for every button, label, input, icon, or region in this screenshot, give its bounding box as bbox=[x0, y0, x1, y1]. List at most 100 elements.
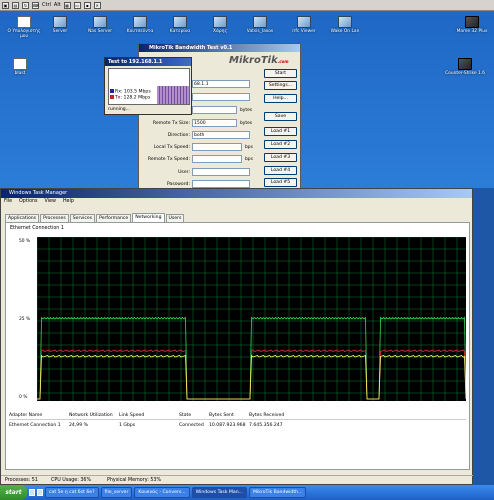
alt-key-button[interactable]: Alt bbox=[54, 2, 61, 8]
table-cell: Ethernet Connection 1 bbox=[9, 423, 61, 428]
tab-applications[interactable]: Applications bbox=[5, 214, 40, 222]
computer-icon bbox=[17, 16, 31, 28]
desktop-icon[interactable]: Κατερίνα bbox=[160, 16, 200, 34]
connection-title: Ethernet Connection 1 bbox=[10, 226, 64, 231]
mikrotik-logo: MikroTik.com bbox=[229, 55, 289, 66]
remote-tx-field[interactable] bbox=[192, 155, 242, 163]
taskbar-item[interactable]: MikroTik Bandwidth... bbox=[249, 487, 307, 498]
computer-icon bbox=[213, 16, 227, 28]
test-window[interactable]: Test to 192.168.1.1 Rx: 103.5 Mbps Tx: 1… bbox=[104, 57, 192, 115]
status-bar: Processes: 51 CPU Usage: 36% Physical Me… bbox=[1, 475, 474, 485]
desktop-icon-label: blast bbox=[14, 71, 26, 76]
local-tx-unit: bps bbox=[245, 145, 253, 150]
desktop-icon-label: Χάρης bbox=[212, 29, 228, 34]
column-header[interactable]: Adapter Name bbox=[9, 413, 42, 418]
local-tx-label: Local Tx Speed: bbox=[153, 145, 190, 150]
tab-networking[interactable]: Networking bbox=[132, 213, 165, 222]
direction-select[interactable]: both bbox=[192, 131, 250, 139]
local-size-field[interactable] bbox=[192, 106, 237, 114]
tab-processes[interactable]: Processes bbox=[40, 214, 69, 222]
rx-legend: Rx: 103.5 Mbps bbox=[110, 89, 151, 95]
taskbar-item[interactable]: cat 5e η cat 6st 6e? bbox=[45, 487, 99, 498]
address-field[interactable]: 68.1.1 bbox=[192, 80, 250, 88]
desktop-icon[interactable]: Irfc Viewer bbox=[284, 16, 324, 34]
start-button[interactable]: start bbox=[0, 485, 27, 500]
desktop-icon[interactable]: Nas Server bbox=[80, 16, 120, 34]
processes-status: Processes: 51 bbox=[5, 478, 38, 483]
menu-help[interactable]: Help bbox=[63, 198, 74, 206]
desktop-icon[interactable]: Server bbox=[40, 16, 80, 34]
computer-icon bbox=[173, 16, 187, 28]
settings-button[interactable]: Settings... bbox=[264, 81, 297, 90]
computer-icon bbox=[13, 58, 27, 70]
test-status: running... bbox=[108, 107, 131, 112]
local-tx-field[interactable] bbox=[192, 143, 242, 151]
column-header[interactable]: State bbox=[179, 413, 191, 418]
task-manager-menu: File Options View Help bbox=[1, 198, 472, 206]
tx-size-field[interactable]: 1500 bbox=[192, 119, 237, 127]
load-4-button[interactable]: Load #4 bbox=[264, 166, 297, 175]
column-header[interactable]: Network Utilization bbox=[69, 413, 113, 418]
table-row[interactable]: Ethernet Connection 1 24,99 % 1 Gbps Connec… bbox=[9, 421, 466, 430]
computer-icon bbox=[93, 16, 107, 28]
desktop-icon-label: Wake On Lan bbox=[330, 29, 360, 34]
desktop-icon[interactable]: Χάρης bbox=[200, 16, 240, 34]
menu-view[interactable]: View bbox=[45, 198, 56, 206]
desktop-icon[interactable]: Ο Υπολογιστής μου bbox=[4, 16, 44, 39]
password-field[interactable] bbox=[192, 180, 250, 188]
load-1-button[interactable]: Load #1 bbox=[264, 127, 297, 136]
table-cell: 1 Gbps bbox=[119, 423, 136, 428]
cpu-status: CPU Usage: 36% bbox=[51, 478, 92, 483]
desktop-icon[interactable]: blast bbox=[0, 58, 40, 76]
remote-tx-label: Remote Tx Speed: bbox=[147, 157, 190, 162]
desktop-icon[interactable]: Vatsis_laxos bbox=[240, 16, 280, 34]
save-button[interactable]: Save bbox=[264, 112, 297, 121]
folder-icon[interactable]: ▤ bbox=[12, 1, 19, 9]
refresh-icon[interactable]: ↻ bbox=[22, 1, 29, 9]
load-2-button[interactable]: Load #2 bbox=[264, 140, 297, 149]
desktop-icon-label: Counter-Strike 1.6 bbox=[445, 71, 485, 76]
column-header[interactable]: Bytes Sent bbox=[209, 413, 234, 418]
quicklaunch-icon[interactable] bbox=[29, 489, 35, 496]
tab-performance[interactable]: Performance bbox=[96, 214, 132, 222]
monitor-icon[interactable]: ▭ bbox=[73, 1, 81, 9]
desktop-icon[interactable]: Mame 32 Plus bbox=[452, 16, 492, 34]
table-cell: 24,99 % bbox=[69, 423, 88, 428]
start-button[interactable]: Start bbox=[264, 69, 297, 78]
chart-icon[interactable]: ▦ bbox=[63, 1, 71, 9]
remote-tx-unit: bps bbox=[245, 157, 253, 162]
user-field[interactable] bbox=[192, 168, 250, 176]
column-header[interactable]: Bytes Received bbox=[249, 413, 284, 418]
desktop-icon-label: Server bbox=[52, 29, 68, 34]
desktop-icon[interactable]: Wake On Lan bbox=[325, 16, 365, 34]
tab-users[interactable]: Users bbox=[165, 214, 185, 222]
memory-status: Physical Memory: 53% bbox=[107, 478, 161, 483]
taskbar-item[interactable]: Κουκνάς - Convers... bbox=[134, 487, 190, 498]
load-5-button[interactable]: Load #5 bbox=[264, 178, 297, 187]
top-toolbar: ▣ ▤ ↻ ⌨ Ctrl Alt ▦ ▭ ▪ ✕ bbox=[0, 0, 494, 11]
taskbar-item[interactable]: Windows Task Man... bbox=[191, 487, 248, 498]
load-3-button[interactable]: Load #3 bbox=[264, 153, 297, 162]
protocol-select[interactable] bbox=[192, 93, 250, 101]
computer-icon bbox=[297, 16, 311, 28]
help-button[interactable]: Help... bbox=[264, 94, 297, 103]
computer-icon bbox=[465, 16, 479, 28]
desktop-icon[interactable]: Κουτσεύντα bbox=[120, 16, 160, 34]
save-icon[interactable]: ▪ bbox=[83, 1, 91, 9]
task-manager-window[interactable]: Windows Task Manager File Options View Help… bbox=[0, 188, 474, 485]
tab-services[interactable]: Services bbox=[69, 214, 96, 222]
taskbar-item[interactable]: file_server bbox=[100, 487, 133, 498]
close-icon[interactable]: ✕ bbox=[93, 1, 101, 9]
desktop-icon[interactable]: Counter-Strike 1.6 bbox=[445, 58, 485, 76]
ctrl-key-button[interactable]: Ctrl bbox=[42, 2, 51, 8]
keyboard-icon[interactable]: ⌨ bbox=[32, 1, 39, 9]
window-icon[interactable]: ▣ bbox=[2, 1, 9, 9]
axis-label-50: 50 % bbox=[19, 239, 31, 244]
side-panel bbox=[473, 188, 494, 485]
password-label: Password: bbox=[166, 182, 190, 187]
menu-file[interactable]: File bbox=[4, 198, 12, 206]
taskbar: start cat 5e η cat 6st 6e? file_server Κου… bbox=[0, 485, 494, 500]
menu-options[interactable]: Options bbox=[19, 198, 38, 206]
axis-label-25: 25 % bbox=[19, 317, 31, 322]
column-header[interactable]: Link Speed bbox=[119, 413, 144, 418]
